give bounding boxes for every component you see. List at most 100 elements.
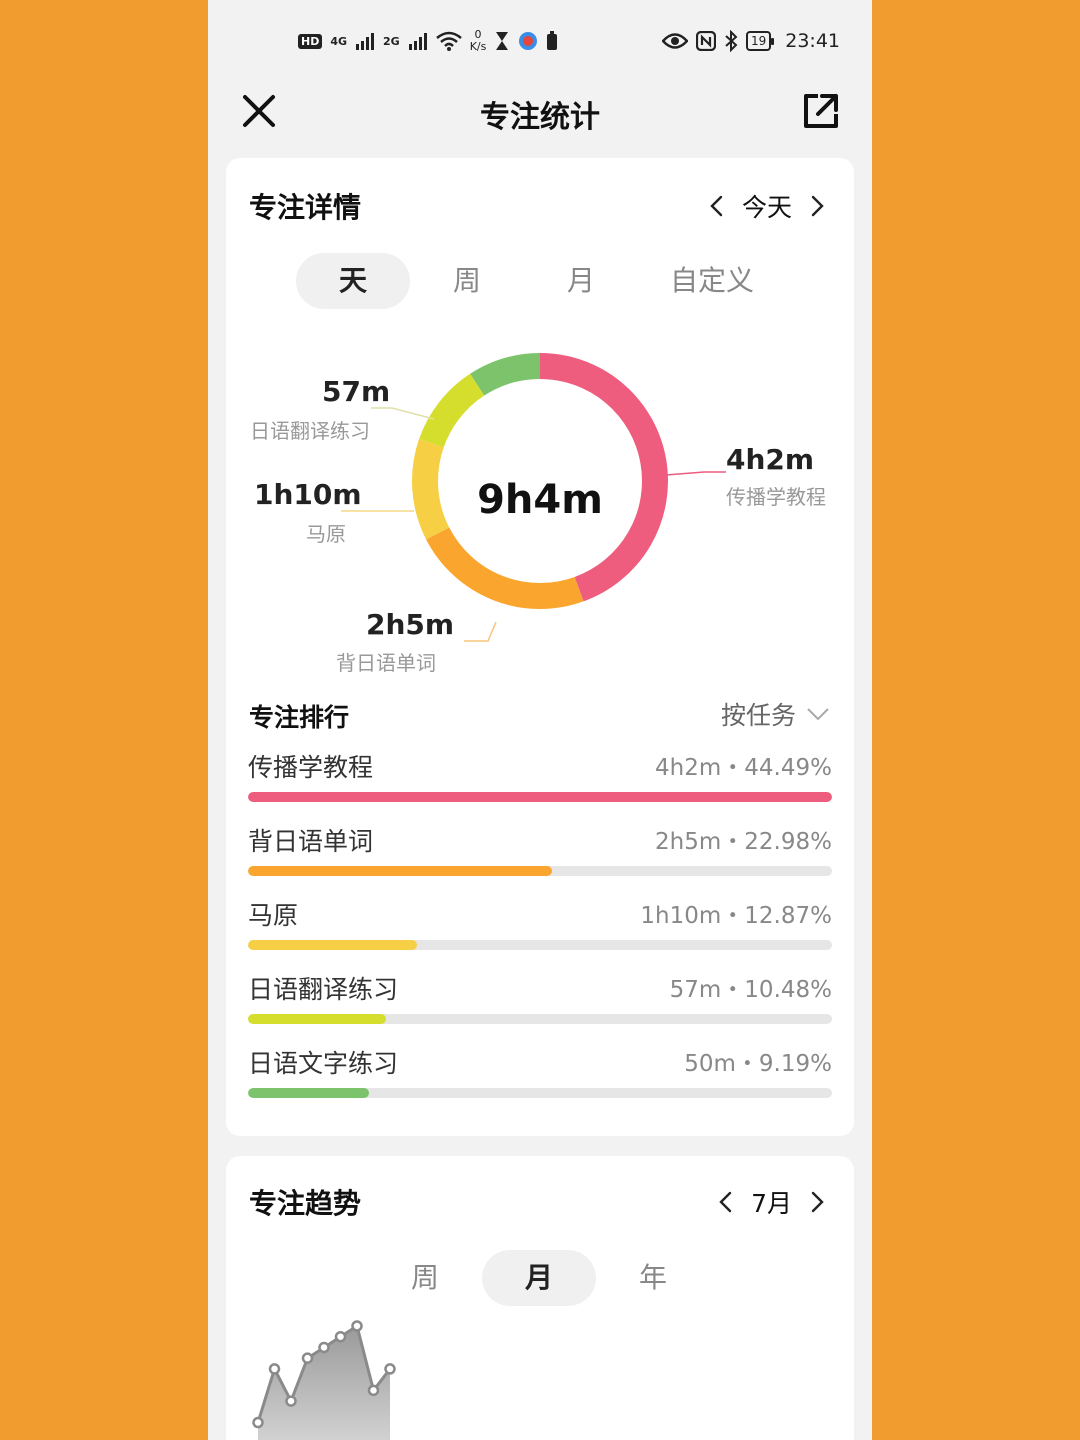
ranking-row[interactable]: 马原 1h10m・12.87% [248,896,832,970]
ranking-task-name: 马原 [248,901,299,930]
leader-line [371,407,435,420]
label-value-translation: 57m [322,375,391,408]
tab-month[interactable]: 月 [482,1250,596,1306]
ranking-progress-fill [248,866,552,876]
nfc-icon [695,31,716,51]
trend-point[interactable] [334,1330,347,1343]
ranking-task-name: 日语翻译练习 [248,975,399,1004]
ranking-task-stat: 4h2m・44.49% [655,755,832,781]
label-name-vocab: 背日语单词 [336,651,436,675]
phone-screen: HD 4G 2G 0 K/s 19 23:41 专注统计 专注详情 今天 天 周… [208,0,872,1440]
focus-details-card: 专注详情 今天 天 周 月 自定义 9h4m 57m 日语翻译练习 1h10m … [226,158,854,1136]
bluetooth-icon [725,30,738,52]
trend-period-tabs: 周 月 年 [368,1250,710,1306]
eye-icon [661,33,688,49]
share-icon[interactable] [798,88,844,134]
label-name-translation: 日语翻译练习 [250,419,370,443]
trend-point[interactable] [367,1384,380,1397]
ranking-task-name: 背日语单词 [248,827,374,856]
ranking-progress-track [248,1014,832,1024]
wifi-icon [435,31,462,51]
ranking-task-name: 传播学教程 [248,753,374,782]
ranking-progress-track [248,792,832,802]
hourglass-icon [496,32,509,50]
battery-saver-icon [547,31,558,50]
tab-month[interactable]: 月 [524,253,638,309]
trend-date-nav: 7月 [715,1184,828,1220]
donut-chart-area: 9h4m 57m 日语翻译练习 1h10m 马原 2h5m 背日语单词 4h2m… [226,353,854,683]
sim2-label: 2G [383,34,400,48]
network-speed: 0 K/s [470,29,487,53]
ranking-task-stat: 50m・9.19% [684,1051,832,1077]
ranking-row[interactable]: 传播学教程 4h2m・44.49% [248,748,832,822]
chevron-left-icon[interactable] [706,195,728,217]
label-value-communication: 4h2m [726,443,815,476]
status-bar: HD 4G 2G 0 K/s 19 23:41 [208,0,872,82]
ranking-progress-fill [248,792,832,802]
ranking-task-name: 日语文字练习 [248,1049,399,1078]
chevron-right-icon[interactable] [806,195,828,217]
ranking-progress-fill [248,1088,369,1098]
ranking-title: 专注排行 [249,703,350,732]
label-value-vocab: 2h5m [366,608,455,641]
status-right: 19 23:41 [661,26,840,56]
donut-total: 9h4m [477,477,603,523]
speed-unit: K/s [469,40,487,53]
donut-segment [419,373,485,448]
ranking-progress-fill [248,1014,386,1024]
sim1-label: 4G [330,34,348,48]
clock: 23:41 [785,30,840,52]
ranking-sort-dropdown[interactable]: 按任务 [721,696,830,732]
status-left: HD 4G 2G 0 K/s [298,26,558,56]
label-name-communication: 传播学教程 [726,485,826,509]
trend-point[interactable] [384,1363,396,1375]
chevron-right-icon[interactable] [806,1191,828,1213]
trend-date-label: 7月 [751,1189,792,1218]
ranking-list: 传播学教程 4h2m・44.49% 背日语单词 2h5m・22.98% 马原 1h10m・… [248,748,832,1118]
hd-badge: HD [298,33,323,49]
donut-segment [412,438,450,540]
tab-custom[interactable]: 自定义 [638,253,786,309]
tab-week[interactable]: 周 [410,253,524,309]
ranking-progress-fill [248,940,418,950]
details-title: 专注详情 [249,191,362,224]
signal-icon [408,33,427,50]
ranking-row[interactable]: 日语翻译练习 57m・10.48% [248,970,832,1044]
trend-title: 专注趋势 [249,1187,362,1220]
trend-point[interactable] [301,1352,314,1364]
ranking-progress-track [248,1088,832,1098]
page-title: 专注统计 [480,100,600,135]
ranking-progress-track [248,940,832,950]
details-period-tabs: 天 周 月 自定义 [296,253,786,309]
ranking-row[interactable]: 日语文字练习 50m・9.19% [248,1044,832,1118]
chevron-down-icon [807,708,829,721]
trend-point[interactable] [252,1416,264,1429]
leader-line [665,471,726,476]
leader-line [464,621,497,642]
tab-day[interactable]: 天 [296,253,410,309]
ranking-row[interactable]: 背日语单词 2h5m・22.98% [248,822,832,896]
app-notification-icon [519,32,538,50]
ranking-task-stat: 1h10m・12.87% [640,903,832,929]
battery-indicator: 19 [745,31,775,51]
ranking-task-stat: 57m・10.48% [669,977,832,1003]
app-header: 专注统计 [208,82,872,152]
signal-icon [356,33,375,50]
trend-point[interactable] [285,1395,297,1407]
ranking-sort-label: 按任务 [720,701,796,730]
trend-point[interactable] [268,1363,281,1375]
trend-point[interactable] [318,1341,330,1354]
label-name-mayuan: 马原 [306,522,346,546]
ranking-progress-track [248,866,832,876]
tab-year[interactable]: 年 [596,1250,710,1306]
details-date-label: 今天 [741,193,792,222]
focus-trend-card: 专注趋势 7月 周 月 年 [226,1156,854,1440]
trend-point[interactable] [351,1320,363,1332]
tab-week[interactable]: 周 [368,1250,482,1306]
label-value-mayuan: 1h10m [254,478,362,511]
donut-segment [426,527,584,609]
donut-segment [470,353,541,396]
chevron-left-icon[interactable] [715,1191,737,1213]
details-date-nav: 今天 [706,188,828,224]
ranking-task-stat: 2h5m・22.98% [655,829,832,855]
